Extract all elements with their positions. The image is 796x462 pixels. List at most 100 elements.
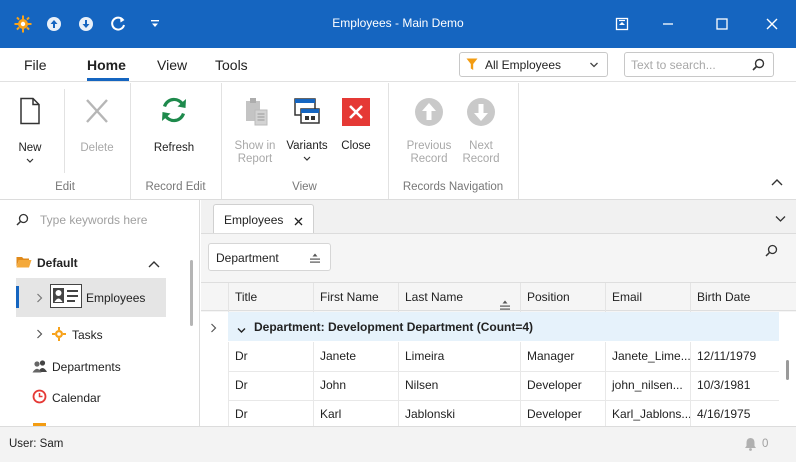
- cell-title[interactable]: Dr: [228, 342, 313, 371]
- cell-email[interactable]: john_nilsen...: [605, 371, 690, 400]
- filter-combo[interactable]: All Employees: [459, 52, 608, 77]
- cell-first-name[interactable]: Janete: [313, 342, 398, 371]
- cell-birth-date[interactable]: 10/3/1981: [690, 371, 779, 400]
- cell-first-name[interactable]: John: [313, 371, 398, 400]
- previous-record-button[interactable]: Previous Record: [402, 97, 456, 166]
- filter-value: All Employees: [485, 58, 562, 72]
- previous-record-label-2: Record: [410, 153, 448, 165]
- chevron-up-icon[interactable]: [148, 257, 160, 271]
- grid-view: Department Title First Name Last Name Po…: [201, 233, 796, 429]
- report-icon: [231, 97, 279, 130]
- search-input[interactable]: Text to search...: [631, 58, 716, 72]
- next-record-label-1: Next: [469, 140, 493, 152]
- tab-list-chevron-icon[interactable]: [775, 212, 786, 226]
- show-in-report-label-1: Show in: [234, 140, 276, 152]
- group-label-records-navigation: Records Navigation: [402, 181, 504, 193]
- close-label: Close: [341, 140, 371, 152]
- collapse-ribbon-icon[interactable]: [771, 175, 783, 189]
- column-header-title[interactable]: Title: [228, 283, 313, 312]
- nav-item-tasks[interactable]: Tasks: [36, 326, 103, 344]
- column-header-birth-date[interactable]: Birth Date: [690, 283, 779, 312]
- show-in-report-button[interactable]: Show in Report: [231, 97, 279, 166]
- search-icon[interactable]: [752, 58, 765, 74]
- column-header-position[interactable]: Position: [520, 283, 605, 312]
- nav-item-departments[interactable]: Departments: [32, 359, 121, 375]
- close-icon: [334, 97, 378, 130]
- new-document-icon: [8, 97, 52, 128]
- new-label: New: [18, 142, 42, 154]
- delete-button[interactable]: Delete: [73, 97, 121, 154]
- grid-scrollbar[interactable]: [786, 360, 789, 380]
- cell-position[interactable]: Manager: [520, 342, 605, 371]
- arrow-down-icon: [458, 97, 504, 130]
- chevron-down-icon[interactable]: [237, 323, 246, 337]
- chevron-right-icon[interactable]: [36, 292, 43, 306]
- cell-email[interactable]: Janete_Lime...: [605, 342, 690, 371]
- column-header-email[interactable]: Email: [605, 283, 690, 312]
- chevron-right-icon[interactable]: [36, 328, 43, 342]
- nav-item-employees[interactable]: Employees: [16, 278, 166, 317]
- group-by-label: Department: [216, 251, 279, 265]
- nav-scrollbar[interactable]: [190, 260, 193, 326]
- restore-layout-icon[interactable]: [612, 14, 632, 34]
- nav-item-label: Employees: [86, 291, 146, 305]
- group-row[interactable]: Department: Development Department (Coun…: [228, 312, 779, 341]
- previous-record-label-1: Previous: [406, 140, 452, 152]
- new-button[interactable]: New: [8, 97, 52, 167]
- menu-view[interactable]: View: [157, 57, 187, 73]
- nav-item-calendar[interactable]: Calendar: [32, 389, 101, 407]
- group-row-caption: Department: Development Department (Coun…: [254, 320, 534, 334]
- variants-button[interactable]: Variants: [283, 97, 331, 165]
- group-label-view: View: [292, 181, 317, 193]
- refresh-icon: [146, 95, 202, 128]
- cell-birth-date[interactable]: 4/16/1975: [690, 400, 779, 429]
- cell-title[interactable]: Dr: [228, 400, 313, 429]
- column-header-last-name[interactable]: Last Name: [398, 283, 520, 312]
- menu-file[interactable]: File: [24, 57, 47, 73]
- menu-home[interactable]: Home: [87, 57, 126, 73]
- refresh-button[interactable]: Refresh: [146, 95, 202, 154]
- maximize-icon[interactable]: [712, 14, 732, 34]
- navigation-pane: Type keywords here Default Employees Tas…: [0, 200, 200, 426]
- nav-search-input[interactable]: Type keywords here: [40, 213, 147, 227]
- employee-card-icon: [50, 284, 82, 311]
- tab-label: Employees: [224, 213, 284, 227]
- ribbon: New Delete Edit Refresh Record Edit Show…: [0, 83, 796, 200]
- cell-last-name[interactable]: Limeira: [398, 342, 520, 371]
- column-header-first-name[interactable]: First Name: [313, 283, 398, 312]
- close-tab-icon[interactable]: [294, 215, 303, 229]
- chevron-down-icon: [283, 153, 331, 165]
- grid-header: Title First Name Last Name Position Emai…: [201, 282, 796, 312]
- delete-label: Delete: [80, 142, 114, 154]
- show-in-report-label-2: Report: [237, 153, 273, 165]
- delete-icon: [73, 97, 121, 128]
- bell-icon[interactable]: [744, 437, 757, 454]
- cell-birth-date[interactable]: 12/11/1979: [690, 342, 779, 371]
- cell-first-name[interactable]: Karl: [313, 400, 398, 429]
- nav-group-default[interactable]: Default: [16, 255, 186, 271]
- menu-tools[interactable]: Tools: [215, 57, 248, 73]
- tasks-gear-icon: [52, 326, 66, 344]
- nav-item-label: Calendar: [52, 391, 101, 405]
- cell-email[interactable]: Karl_Jablons...: [605, 400, 690, 429]
- cell-position[interactable]: Developer: [520, 400, 605, 429]
- refresh-label: Refresh: [153, 142, 195, 154]
- close-window-icon[interactable]: [762, 14, 782, 34]
- search-box[interactable]: Text to search...: [624, 52, 774, 77]
- cell-position[interactable]: Developer: [520, 371, 605, 400]
- next-record-button[interactable]: Next Record: [458, 97, 504, 166]
- next-record-label-2: Record: [462, 153, 500, 165]
- grid-body: Department: Development Department (Coun…: [201, 312, 796, 429]
- group-by-department-chip[interactable]: Department: [208, 243, 331, 271]
- clock-icon: [32, 389, 47, 407]
- grid-search-icon[interactable]: [765, 244, 778, 260]
- minimize-icon[interactable]: [658, 14, 678, 34]
- row-indicator-icon: [210, 322, 217, 336]
- status-bar: User: Sam 0: [0, 426, 796, 462]
- cell-title[interactable]: Dr: [228, 371, 313, 400]
- tab-employees[interactable]: Employees: [213, 204, 314, 234]
- nav-group-title: Default: [37, 256, 78, 270]
- close-button[interactable]: Close: [334, 97, 378, 152]
- cell-last-name[interactable]: Jablonski: [398, 400, 520, 429]
- cell-last-name[interactable]: Nilsen: [398, 371, 520, 400]
